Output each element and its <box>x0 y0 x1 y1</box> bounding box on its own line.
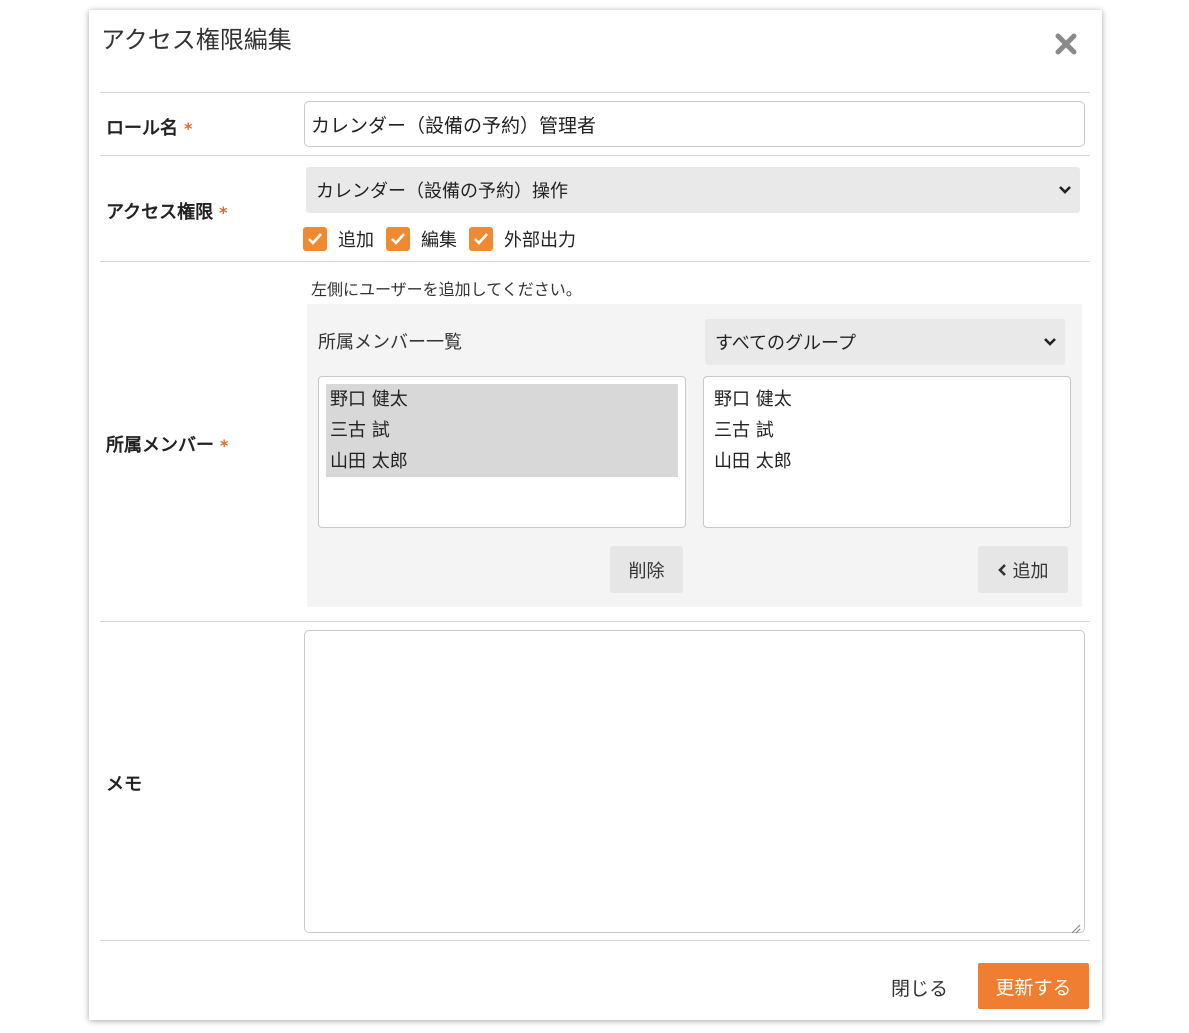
update-button[interactable]: 更新する <box>978 963 1089 1009</box>
chevron-down-icon <box>1058 182 1072 198</box>
divider <box>100 621 1090 622</box>
members-panel: 所属メンバー一覧 すべてのグループ 野口 健太 三古 試 山田 太郎 野口 健太… <box>307 304 1082 607</box>
divider <box>100 940 1090 941</box>
required-mark: * <box>220 436 229 455</box>
add-button[interactable]: 追加 <box>978 546 1068 593</box>
divider <box>100 261 1090 262</box>
list-item[interactable]: 野口 健太 <box>326 384 678 415</box>
access-label-text: アクセス権限 <box>106 202 214 223</box>
divider <box>100 92 1090 93</box>
access-edit-dialog: アクセス権限編集 ロール名 * カレンダー（設備の予約）管理者 アクセス権限 * カ… <box>89 10 1102 1020</box>
remove-button[interactable]: 削除 <box>610 546 683 593</box>
checkbox-add[interactable]: 追加 <box>303 226 374 252</box>
memo-textarea[interactable] <box>304 630 1085 934</box>
checkbox-export-label: 外部出力 <box>504 230 576 251</box>
assigned-members-list[interactable]: 野口 健太 三古 試 山田 太郎 <box>318 376 686 528</box>
check-icon <box>303 227 327 251</box>
permission-checkboxes: 追加 編集 外部出力 <box>303 226 588 252</box>
memo-label: メモ <box>106 774 142 795</box>
role-name-input[interactable]: カレンダー（設備の予約）管理者 <box>304 101 1085 147</box>
close-button[interactable]: 閉じる <box>891 974 948 1001</box>
chevron-left-icon <box>997 563 1007 576</box>
members-hint: 左側にユーザーを追加してください。 <box>311 280 582 299</box>
members-label-text: 所属メンバー <box>106 435 214 456</box>
required-mark: * <box>184 119 193 138</box>
access-select[interactable]: カレンダー（設備の予約）操作 <box>306 167 1080 213</box>
list-item[interactable]: 野口 健太 <box>711 384 1063 415</box>
list-item[interactable]: 三古 試 <box>711 415 1063 446</box>
required-mark: * <box>219 203 228 222</box>
role-name-label-text: ロール名 <box>106 118 178 139</box>
list-item[interactable]: 山田 太郎 <box>326 446 678 477</box>
group-select[interactable]: すべてのグループ <box>705 319 1065 365</box>
checkbox-export[interactable]: 外部出力 <box>469 226 576 252</box>
checkbox-add-label: 追加 <box>338 230 374 251</box>
role-name-value: カレンダー（設備の予約）管理者 <box>311 114 597 137</box>
list-item[interactable]: 三古 試 <box>326 415 678 446</box>
access-select-value: カレンダー（設備の予約）操作 <box>316 181 568 202</box>
checkbox-edit[interactable]: 編集 <box>386 226 457 252</box>
checkbox-edit-label: 編集 <box>421 230 457 251</box>
members-label: 所属メンバー * <box>106 431 228 457</box>
list-item[interactable]: 山田 太郎 <box>711 446 1063 477</box>
dialog-title: アクセス権限編集 <box>101 26 292 54</box>
available-members-list[interactable]: 野口 健太 三古 試 山田 太郎 <box>703 376 1071 528</box>
chevron-down-icon <box>1043 334 1057 350</box>
remove-button-label: 削除 <box>628 560 665 582</box>
group-select-value: すべてのグループ <box>715 333 856 354</box>
add-button-label: 追加 <box>1012 560 1049 582</box>
members-panel-title: 所属メンバー一覧 <box>318 332 462 353</box>
resize-handle-icon[interactable] <box>1071 919 1081 934</box>
divider <box>100 155 1090 156</box>
check-icon <box>386 227 410 251</box>
check-icon <box>469 227 493 251</box>
access-label: アクセス権限 * <box>106 198 227 224</box>
role-name-label: ロール名 * <box>106 114 192 140</box>
close-icon[interactable] <box>1052 30 1080 58</box>
